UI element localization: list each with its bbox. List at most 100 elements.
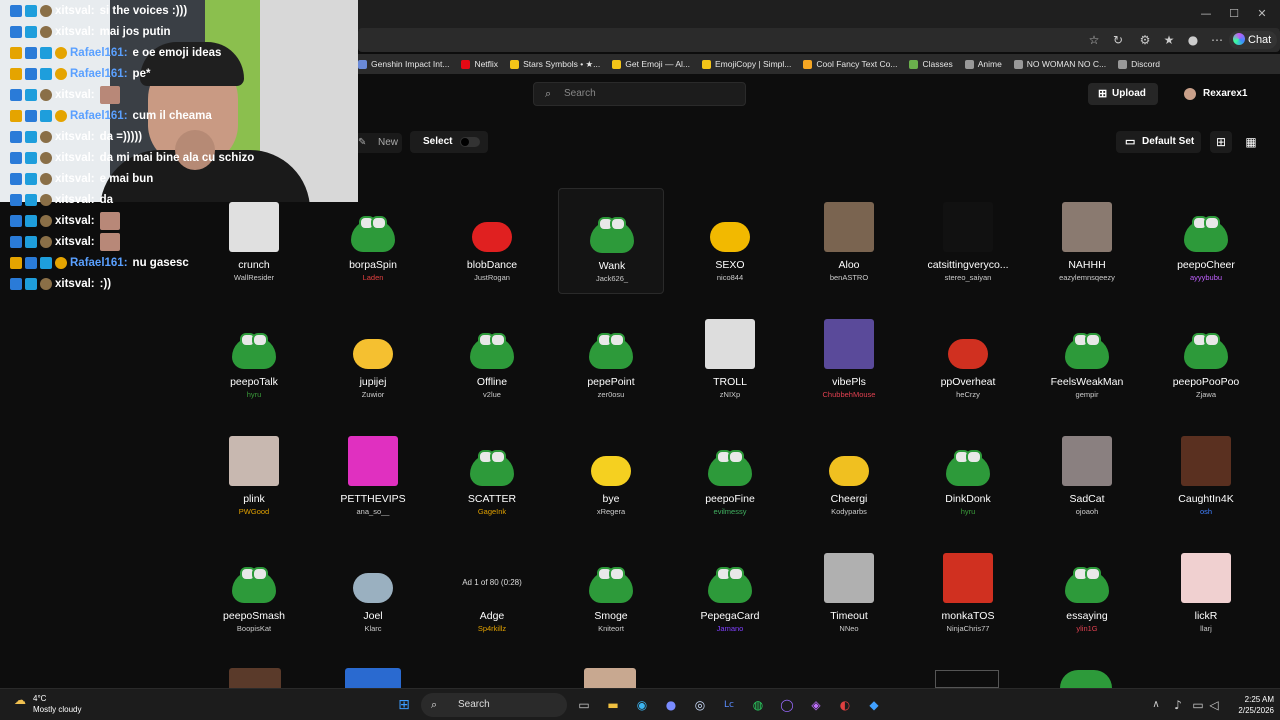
emote-author[interactable]: benASTRO xyxy=(796,273,902,282)
emote-card[interactable]: TROLL zNIXp xyxy=(677,305,783,411)
taskbar-search[interactable]: ⌕ Search xyxy=(421,693,567,717)
emote-author[interactable]: ChubbehMouse xyxy=(796,390,902,399)
whatsapp-icon[interactable]: ◍ xyxy=(750,697,766,713)
edge-browser-icon[interactable]: ◉ xyxy=(634,697,650,713)
emote-author[interactable]: zer0osu xyxy=(558,390,664,399)
emote-card[interactable]: ppOverheat heCrzy xyxy=(915,305,1021,411)
select-toggle-button[interactable]: Select xyxy=(410,131,488,153)
emote-author[interactable]: nico844 xyxy=(677,273,783,282)
emote-card[interactable]: Timeout NNeo xyxy=(796,539,902,645)
emote-author[interactable]: JustRogan xyxy=(439,273,545,282)
emote-author[interactable]: Zjawa xyxy=(1153,390,1259,399)
emote-author[interactable]: v2lue xyxy=(439,390,545,399)
league-client-icon[interactable]: Lc xyxy=(721,697,737,713)
emote-card[interactable]: Smoge Kniteort xyxy=(558,539,664,645)
bookmark-item[interactable]: EmojiCopy | Simpl... xyxy=(701,59,791,69)
bookmark-item[interactable]: Cool Fancy Text Co... xyxy=(803,59,897,69)
emote-card[interactable]: peepoPooPoo Zjawa xyxy=(1153,305,1259,411)
compact-grid-view-icon[interactable]: ▦ xyxy=(1240,131,1262,153)
emote-card[interactable]: pepePoint zer0osu xyxy=(558,305,664,411)
emote-author[interactable]: ylin1G xyxy=(1034,624,1140,633)
emote-author[interactable]: eazylemnsqeezy xyxy=(1034,273,1140,282)
task-view-icon[interactable]: ▭ xyxy=(576,697,592,713)
emote-author[interactable]: ayyybubu xyxy=(1153,273,1259,282)
emote-author[interactable]: Sp4rkillz xyxy=(439,624,545,633)
emote-author[interactable]: heCrzy xyxy=(915,390,1021,399)
emote-author[interactable]: PWGood xyxy=(201,507,307,516)
emote-author[interactable]: WallResider xyxy=(201,273,307,282)
bookmark-item[interactable]: Anime xyxy=(964,59,1002,69)
emote-author[interactable]: Kniteort xyxy=(558,624,664,633)
emote-card[interactable]: CaughtIn4K osh xyxy=(1153,422,1259,528)
close-icon[interactable]: ✕ xyxy=(1252,6,1272,22)
upload-button[interactable]: ⊞ Upload xyxy=(1088,83,1158,105)
steam-icon[interactable]: ◎ xyxy=(692,697,708,713)
emote-author[interactable]: xRegera xyxy=(558,507,664,516)
discord-icon[interactable]: ● xyxy=(663,697,679,713)
emote-card[interactable]: jupijej Zuwior xyxy=(320,305,426,411)
emote-card[interactable]: NAHHH eazylemnsqeezy xyxy=(1034,188,1140,294)
emote-card[interactable]: FeelsWeakMan gempir xyxy=(1034,305,1140,411)
favorite-star-icon[interactable]: ☆ xyxy=(1085,32,1103,48)
emote-card[interactable]: PETTHEVIPS ana_so__ xyxy=(320,422,426,528)
emote-card[interactable]: SCATTER GageInk xyxy=(439,422,545,528)
windows-start-icon[interactable]: ⊞ xyxy=(396,697,412,713)
bookmark-item[interactable]: Genshin Impact Int... xyxy=(358,59,449,69)
bookmark-item[interactable]: Get Emoji — Al... xyxy=(612,59,690,69)
emote-search-input[interactable]: ⌕ Search xyxy=(533,82,746,106)
emote-author[interactable]: stereo_saiyan xyxy=(915,273,1021,282)
emote-card[interactable]: vibePls ChubbehMouse xyxy=(796,305,902,411)
emote-card[interactable]: lickR llarj xyxy=(1153,539,1259,645)
emote-author[interactable]: hyru xyxy=(915,507,1021,516)
emote-card[interactable]: Offline v2lue xyxy=(439,305,545,411)
bookmark-item[interactable]: NO WOMAN NO C... xyxy=(1013,59,1106,69)
favorites-icon[interactable]: ★ xyxy=(1160,32,1178,48)
bookmark-item[interactable]: Netflix xyxy=(461,59,498,69)
grid-view-icon[interactable]: ⊞ xyxy=(1210,131,1232,153)
emote-author[interactable]: ana_so__ xyxy=(320,507,426,516)
emote-author[interactable]: Laden xyxy=(320,273,426,282)
emote-author[interactable]: Jack626_ xyxy=(559,274,665,283)
emote-author[interactable]: Zuwior xyxy=(320,390,426,399)
refresh-extension-icon[interactable]: ↻ xyxy=(1109,32,1127,48)
emote-card[interactable]: Aloo benASTRO xyxy=(796,188,902,294)
emote-card[interactable]: borpaSpin Laden xyxy=(320,188,426,294)
emote-card[interactable]: Joel Klarc xyxy=(320,539,426,645)
volume-icon[interactable]: ◁ xyxy=(1206,697,1222,713)
minimize-icon[interactable]: — xyxy=(1196,6,1216,22)
tray-chevron-icon[interactable]: ∧ xyxy=(1148,697,1164,713)
emote-card[interactable]: Wank Jack626_ xyxy=(558,188,664,294)
emote-author[interactable]: evilmessy xyxy=(677,507,783,516)
app-icon[interactable]: ◈ xyxy=(808,697,824,713)
emote-author[interactable]: GageInk xyxy=(439,507,545,516)
chrome-icon[interactable]: ◐ xyxy=(837,697,853,713)
network-icon[interactable]: ▭ xyxy=(1190,697,1206,713)
emote-card[interactable]: monkaTOS NinjaChris77 xyxy=(915,539,1021,645)
emote-author[interactable]: Jamano xyxy=(677,624,783,633)
clock[interactable]: 2:25 AM 2/25/2026 xyxy=(1234,694,1274,716)
emote-card[interactable]: crunch WallResider xyxy=(201,188,307,294)
emote-card[interactable]: peepoFine evilmessy xyxy=(677,422,783,528)
user-menu-button[interactable]: Rexarex1 xyxy=(1180,83,1280,105)
copilot-chat-button[interactable]: Chat xyxy=(1229,31,1277,49)
new-filter-tab[interactable]: ✎ New xyxy=(352,133,402,153)
emote-card[interactable]: Ad 1 of 80 (0:28) Adge Sp4rkillz xyxy=(439,539,545,645)
default-set-button[interactable]: ▭ Default Set xyxy=(1116,131,1201,153)
emote-card[interactable]: peepoSmash BoopisKat xyxy=(201,539,307,645)
emote-author[interactable]: BoopisKat xyxy=(201,624,307,633)
microphone-icon[interactable]: ♪ xyxy=(1170,697,1186,713)
emote-author[interactable]: zNIXp xyxy=(677,390,783,399)
app-icon[interactable]: ◆ xyxy=(866,697,882,713)
bookmark-item[interactable]: Discord xyxy=(1118,59,1160,69)
file-explorer-icon[interactable]: ▬ xyxy=(605,697,621,713)
emote-card[interactable]: SEXO nico844 xyxy=(677,188,783,294)
emote-author[interactable]: llarj xyxy=(1153,624,1259,633)
emote-card[interactable]: SadCat ojoaoh xyxy=(1034,422,1140,528)
emote-card[interactable]: peepoTalk hyru xyxy=(201,305,307,411)
profile-avatar-icon[interactable]: ● xyxy=(1184,32,1202,48)
more-menu-icon[interactable]: ⋯ xyxy=(1208,32,1226,48)
emote-card[interactable]: plink PWGood xyxy=(201,422,307,528)
emote-author[interactable]: NinjaChris77 xyxy=(915,624,1021,633)
emote-author[interactable]: Kodyparbs xyxy=(796,507,902,516)
emote-card[interactable]: DinkDonk hyru xyxy=(915,422,1021,528)
